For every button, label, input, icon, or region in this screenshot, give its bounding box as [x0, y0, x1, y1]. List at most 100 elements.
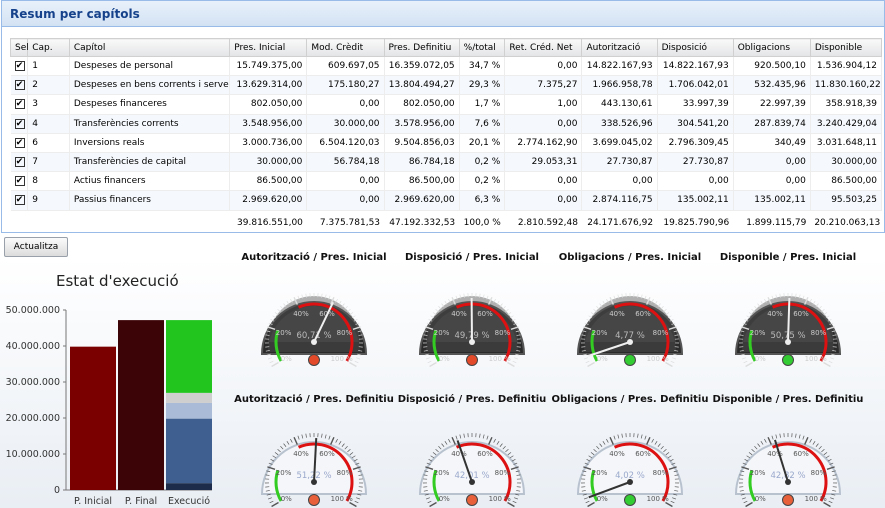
checkbox[interactable]: ✔	[14, 118, 25, 129]
gauge-tick	[482, 434, 485, 439]
gauge-tick	[651, 438, 654, 443]
column-header[interactable]: Ret. Créd. Net	[504, 38, 583, 57]
table-cell: Inversions reals	[69, 133, 231, 153]
column-header[interactable]: Pres. Definitiu	[383, 38, 460, 57]
checkbox[interactable]: ✔	[14, 176, 25, 187]
gauge-tick	[344, 306, 348, 310]
table-row[interactable]: ✔ 8 Actius financers 86.500,00 0,00 86.500,00…	[10, 171, 883, 192]
gauge-tick	[640, 434, 643, 439]
gauge-tick-label: 20%	[592, 329, 608, 337]
table-row[interactable]: ✔ 6 Inversions reals 3.000.736,00 6.504.120,…	[10, 133, 883, 153]
column-header[interactable]: Autorització	[581, 38, 658, 57]
row-checkbox[interactable]: ✔	[10, 114, 29, 134]
gauge-tick-label: 0%	[597, 355, 608, 363]
gauge-tick	[815, 443, 819, 447]
gauge-tick	[585, 360, 590, 364]
column-header[interactable]: Mod. Crèdit	[306, 38, 385, 57]
gauge-tick-label: 100 %	[489, 355, 512, 363]
gauge-tick	[444, 440, 448, 445]
column-header[interactable]: Obligacions	[732, 38, 811, 57]
column-header[interactable]: %/total	[458, 38, 506, 57]
table-cell: 7,6 %	[459, 114, 506, 134]
table-row[interactable]: ✔ 2 Despeses en bens corrents i serveis 13.…	[10, 75, 883, 96]
table-cell: 2.774.162,90	[504, 133, 583, 153]
gauge-tick	[321, 433, 323, 438]
gauge-tick	[599, 443, 603, 447]
gauge-tick	[757, 303, 761, 307]
gauge-status-light	[308, 494, 320, 506]
table-cell: 3.699.045,02	[581, 133, 658, 153]
gauge-tick-label: 0%	[281, 355, 292, 363]
gauge-tick	[324, 434, 327, 439]
gauge-tick	[621, 433, 623, 438]
totals-row: 39.816.551,00 7.375.781,53 47.192.332,53 10…	[11, 210, 882, 232]
gauge-tick	[660, 306, 664, 310]
table-cell: 56.784,18	[306, 152, 385, 173]
gauge-tick	[335, 438, 338, 443]
gauge-tick	[663, 448, 667, 453]
table-row[interactable]: ✔ 4 Transferències corrents 3.548.956,00 30.…	[10, 114, 883, 134]
table-row[interactable]: ✔ 3 Despeses financeres 802.050,00 0,00 802.0…	[10, 94, 883, 115]
gauge-tick	[505, 308, 509, 313]
column-header[interactable]: Sel	[9, 38, 29, 57]
gauge-tick-label: 20%	[434, 469, 450, 477]
refresh-button[interactable]: Actualitza	[4, 237, 68, 257]
gauge-tick	[425, 497, 430, 500]
checkbox[interactable]: ✔	[14, 61, 25, 72]
gauge-tick-label: 40%	[451, 310, 467, 318]
gauge-tick	[821, 448, 825, 453]
gauge-hub	[785, 479, 791, 485]
gauge-tick-label: 100 %	[331, 495, 354, 503]
checkbox[interactable]: ✔	[14, 157, 25, 168]
gauge-tick-label: 0%	[755, 355, 766, 363]
row-checkbox[interactable]: ✔	[10, 171, 29, 192]
gauge-tick	[356, 357, 361, 360]
gauge-tick-label: 0%	[439, 355, 450, 363]
gauge: 0%20%40%60%80%100 %60,71 %	[260, 293, 368, 368]
table-cell: 920.500,10	[733, 56, 811, 77]
gauge-tick	[505, 448, 509, 453]
gauge-title: Disponible / Pres. Definitiu	[713, 394, 864, 405]
column-header[interactable]: Disponible	[809, 38, 883, 57]
gauge-tick	[293, 436, 298, 445]
row-checkbox[interactable]: ✔	[10, 152, 29, 173]
total-cell: 2.810.592,48	[517, 218, 578, 229]
gauge-tick	[290, 438, 293, 443]
gauge-tick	[448, 438, 451, 443]
row-checkbox[interactable]: ✔	[10, 75, 29, 96]
gauge-tick	[432, 452, 437, 456]
column-header[interactable]: Disposició	[656, 38, 734, 57]
table-cell: 802.050,00	[229, 94, 308, 115]
gauge-tick	[271, 361, 279, 368]
checkbox[interactable]: ✔	[14, 99, 25, 110]
gauge-tick	[599, 303, 603, 307]
gauge-tick	[496, 300, 500, 305]
gauge-tick	[818, 306, 822, 310]
column-header[interactable]: Cap.	[27, 38, 70, 57]
gauge-tick	[665, 501, 673, 508]
table-row[interactable]: ✔ 9 Passius financers 2.969.620,00 0,00 2.969…	[10, 190, 883, 211]
gauge-tick-label: 100 %	[805, 495, 828, 503]
checkbox[interactable]: ✔	[14, 137, 25, 148]
gauge-tick	[754, 306, 758, 310]
gauge-tick	[602, 300, 606, 305]
total-cell: 7.375.781,53	[319, 218, 381, 229]
table-row[interactable]: ✔ 7 Transferències de capital 30.000,00 56.7…	[10, 152, 883, 173]
gauge-tick	[830, 497, 835, 500]
row-checkbox[interactable]: ✔	[10, 190, 29, 211]
row-checkbox[interactable]: ✔	[10, 133, 29, 153]
gauge-tick	[486, 435, 489, 440]
gauge-tick	[823, 361, 831, 368]
gauge-tick	[341, 303, 345, 307]
column-header[interactable]: Pres. Inicial	[229, 38, 308, 57]
column-header[interactable]: Capítol	[68, 38, 231, 57]
checkbox[interactable]: ✔	[14, 80, 25, 91]
gauge-hub	[311, 339, 317, 345]
table-row[interactable]: ✔ 1 Despeses de personal 15.749.375,00 609.6…	[10, 56, 883, 77]
gauge-tick	[283, 443, 287, 447]
row-checkbox[interactable]: ✔	[10, 94, 29, 115]
row-checkbox[interactable]: ✔	[10, 56, 29, 77]
table-cell: 8	[27, 171, 70, 192]
checkbox[interactable]: ✔	[14, 195, 25, 206]
gauge-tick-label: 80%	[653, 469, 669, 477]
